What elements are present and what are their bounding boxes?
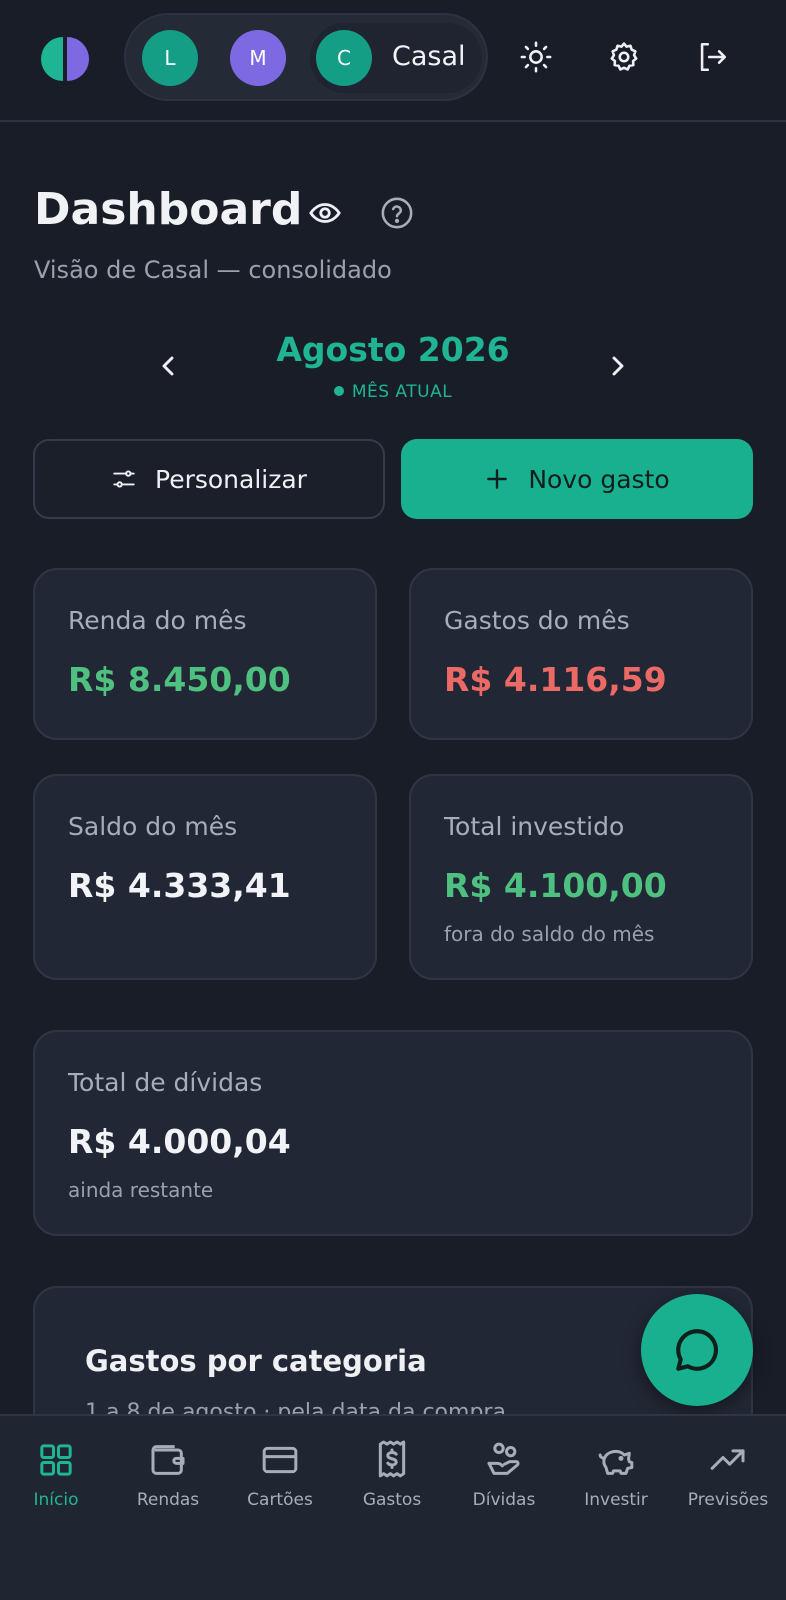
avatar-profile-m[interactable]: M <box>230 30 286 86</box>
top-bar: L M C Casal <box>0 0 786 122</box>
nav-item-cartoes[interactable]: Cartões <box>224 1440 336 1510</box>
plus-icon <box>487 469 508 489</box>
category-card-title: Gastos por categoria <box>85 1344 427 1378</box>
sliders-icon <box>113 470 135 488</box>
balance-label: Saldo do mês <box>68 812 238 841</box>
nav-label-previsoes: Previsões <box>687 1490 769 1510</box>
debts-label: Total de dívidas <box>68 1068 263 1097</box>
income-value: R$ 8.450,00 <box>68 660 291 699</box>
grid-icon <box>40 1444 72 1476</box>
credit-card-icon <box>262 1446 298 1474</box>
customize-button-label: Personalizar <box>155 464 307 494</box>
balance-card[interactable]: Saldo do mês R$ 4.333,41 <box>33 774 377 980</box>
nav-label-dividas: Dívidas <box>472 1490 536 1510</box>
nav-item-dividas[interactable]: Dívidas <box>448 1440 560 1510</box>
status-dot-icon <box>333 386 344 396</box>
invested-card[interactable]: Total investido R$ 4.100,00 fora do sald… <box>409 774 753 980</box>
month-status-label: MÊS ATUAL <box>351 382 453 402</box>
wallet-icon <box>151 1445 185 1475</box>
chat-bubble-icon <box>676 1329 718 1371</box>
nav-item-rendas[interactable]: Rendas <box>112 1440 224 1510</box>
debts-value: R$ 4.000,04 <box>68 1122 291 1161</box>
expenses-card[interactable]: Gastos do mês R$ 4.116,59 <box>409 568 753 740</box>
gear-icon[interactable] <box>607 40 641 74</box>
eye-icon[interactable] <box>308 196 342 230</box>
debts-note: ainda restante <box>68 1178 214 1202</box>
nav-label-gastos: Gastos <box>362 1490 422 1510</box>
nav-item-investir[interactable]: Investir <box>560 1440 672 1510</box>
next-month-icon[interactable] <box>602 350 634 382</box>
avatar-profile-l[interactable]: L <box>142 30 198 86</box>
logout-icon[interactable] <box>695 40 729 74</box>
nav-label-cartoes: Cartões <box>247 1490 313 1510</box>
bottom-navigation: Início Rendas Cartões Gastos Dívidas Inv… <box>0 1414 786 1600</box>
profile-switcher: L M C Casal <box>124 13 488 101</box>
current-month-label: Agosto 2026 <box>276 330 510 369</box>
active-profile-label[interactable]: Casal <box>392 41 466 72</box>
nav-item-previsoes[interactable]: Previsões <box>672 1440 784 1510</box>
chat-fab-button[interactable] <box>641 1294 753 1406</box>
invested-value: R$ 4.100,00 <box>444 866 667 905</box>
nav-label-inicio: Início <box>33 1490 79 1510</box>
invested-label: Total investido <box>444 812 625 841</box>
help-icon[interactable] <box>380 196 414 230</box>
invested-note: fora do saldo do mês <box>444 922 655 946</box>
expenses-value: R$ 4.116,59 <box>444 660 667 699</box>
customize-button[interactable]: Personalizar <box>33 439 385 519</box>
nav-label-rendas: Rendas <box>136 1490 200 1510</box>
nav-item-gastos[interactable]: Gastos <box>336 1440 448 1510</box>
nav-label-investir: Investir <box>584 1490 648 1510</box>
page-title: Dashboard <box>34 184 303 235</box>
page-subtitle: Visão de Casal — consolidado <box>34 256 392 284</box>
new-expense-button[interactable]: Novo gasto <box>401 439 753 519</box>
balance-value: R$ 4.333,41 <box>68 866 291 905</box>
expenses-label: Gastos do mês <box>444 606 630 635</box>
sun-icon[interactable] <box>519 40 553 74</box>
receipt-icon <box>378 1440 406 1478</box>
app-logo-icon <box>41 37 89 81</box>
debts-card[interactable]: Total de dívidas R$ 4.000,04 ainda resta… <box>33 1030 753 1236</box>
income-card[interactable]: Renda do mês R$ 8.450,00 <box>33 568 377 740</box>
trending-up-icon <box>710 1449 745 1470</box>
avatar-profile-c[interactable]: C <box>316 30 372 86</box>
income-label: Renda do mês <box>68 606 247 635</box>
nav-item-inicio[interactable]: Início <box>0 1440 112 1510</box>
piggy-bank-icon <box>598 1449 634 1475</box>
hand-coins-icon <box>487 1442 520 1475</box>
month-status-badge: MÊS ATUAL <box>0 382 786 402</box>
new-expense-button-label: Novo gasto <box>528 464 670 494</box>
